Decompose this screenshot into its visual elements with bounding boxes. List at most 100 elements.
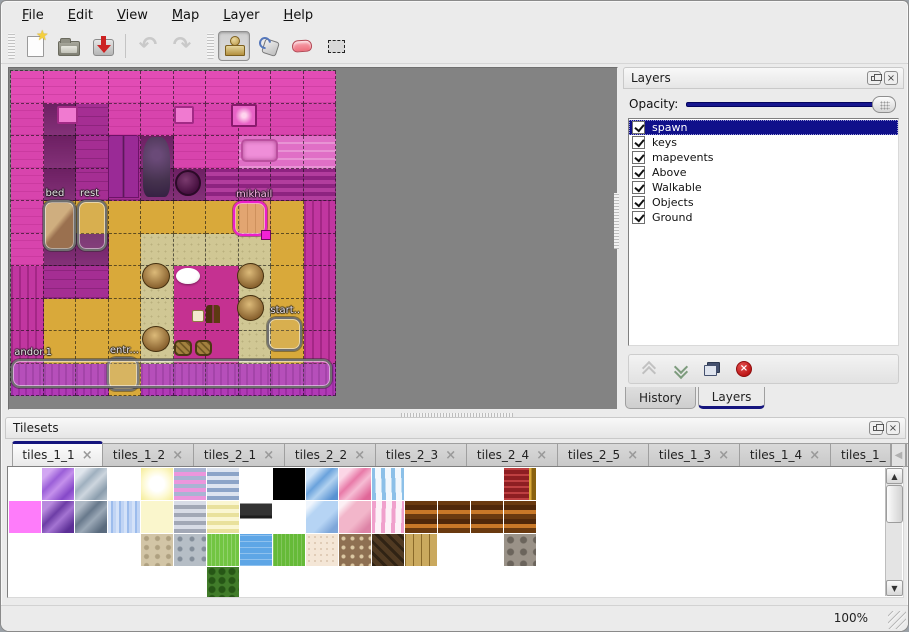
eraser-button[interactable] <box>286 31 318 61</box>
menu-view[interactable]: View <box>106 4 159 27</box>
tileset-tile[interactable] <box>207 468 239 500</box>
tileset-tile[interactable] <box>372 468 404 500</box>
tileset-tile[interactable] <box>405 567 437 598</box>
tileset-tile[interactable] <box>273 468 305 500</box>
menu-map[interactable]: Map <box>161 4 210 27</box>
toolbar-grip[interactable] <box>8 33 15 59</box>
vertical-splitter[interactable] <box>614 193 619 249</box>
tab-close-icon[interactable]: × <box>809 449 820 462</box>
tab-close-icon[interactable]: × <box>82 449 93 462</box>
layers-dock-titlebar[interactable]: Layers × <box>623 67 904 89</box>
open-file-button[interactable] <box>53 31 85 61</box>
map-object-bed[interactable]: bed <box>43 200 77 251</box>
tilesets-close-button[interactable]: × <box>886 421 900 435</box>
new-file-button[interactable] <box>19 31 51 61</box>
undo-button[interactable]: ↶ <box>132 31 164 61</box>
resize-grip[interactable] <box>888 611 906 629</box>
tileset-tile[interactable] <box>339 567 371 598</box>
tileset-tile[interactable] <box>108 534 140 566</box>
tileset-tile[interactable] <box>372 534 404 566</box>
tileset-tile[interactable] <box>174 534 206 566</box>
tileset-tile[interactable] <box>75 534 107 566</box>
redo-button[interactable]: ↷ <box>166 31 198 61</box>
tileset-tab-tiles_2_2[interactable]: tiles_2_2× <box>285 443 376 467</box>
tileset-tile[interactable] <box>273 567 305 598</box>
tileset-tile[interactable] <box>108 567 140 598</box>
tileset-tile[interactable] <box>306 534 338 566</box>
opacity-slider-handle[interactable] <box>872 96 896 113</box>
layer-row-Walkable[interactable]: Walkable <box>629 180 898 195</box>
tileset-tile[interactable] <box>471 534 503 566</box>
tileset-tile[interactable] <box>207 501 239 533</box>
tab-close-icon[interactable]: × <box>536 449 547 462</box>
tileset-tile[interactable] <box>372 501 404 533</box>
tileset-tile[interactable] <box>339 468 371 500</box>
toolbar-grip-2[interactable] <box>207 33 214 59</box>
layer-row-spawn[interactable]: spawn <box>629 120 898 135</box>
tileset-tile[interactable] <box>438 468 470 500</box>
tileset-tab-tiles_2_5[interactable]: tiles_2_5× <box>558 443 649 467</box>
tileset-tab-tiles_1_4[interactable]: tiles_1_4× <box>740 443 831 467</box>
map-object-mikhail[interactable]: mikhail <box>233 201 267 237</box>
map-object-andor[interactable]: andor.1 <box>11 359 332 388</box>
menu-file[interactable]: File <box>11 4 55 27</box>
layer-row-Objects[interactable]: Objects <box>629 195 898 210</box>
tileset-tile[interactable] <box>405 468 437 500</box>
layers-close-button[interactable]: × <box>884 71 898 85</box>
tileset-tile[interactable] <box>141 534 173 566</box>
layer-visibility-checkbox[interactable] <box>632 196 645 209</box>
scroll-up-icon[interactable]: ▲ <box>886 468 903 484</box>
tileset-tile[interactable] <box>405 501 437 533</box>
tileset-tile[interactable] <box>108 501 140 533</box>
opacity-slider[interactable] <box>686 96 896 113</box>
tileset-tab-tiles_1_[interactable]: tiles_1_ <box>831 443 891 467</box>
layer-visibility-checkbox[interactable] <box>632 211 645 224</box>
tileset-tile[interactable] <box>9 534 41 566</box>
scrollbar-thumb[interactable] <box>886 485 903 523</box>
stamp-tool-button[interactable] <box>218 31 250 61</box>
tab-close-icon[interactable]: × <box>627 449 638 462</box>
tileset-tile[interactable] <box>240 468 272 500</box>
tileset-tile[interactable] <box>273 501 305 533</box>
tab-history[interactable]: History <box>625 387 696 409</box>
scroll-down-icon[interactable]: ▼ <box>886 580 903 596</box>
tileset-tile[interactable] <box>339 501 371 533</box>
tilesets-float-button[interactable] <box>869 421 883 435</box>
tileset-tile[interactable] <box>42 567 74 598</box>
tileset-tab-tiles_1_3[interactable]: tiles_1_3× <box>649 443 740 467</box>
tileset-tile[interactable] <box>306 501 338 533</box>
tileset-tile[interactable] <box>9 567 41 598</box>
save-file-button[interactable] <box>87 31 119 61</box>
tileset-tile[interactable] <box>75 468 107 500</box>
layer-row-keys[interactable]: keys <box>629 135 898 150</box>
tileset-tile[interactable] <box>174 501 206 533</box>
tileset-tile[interactable] <box>174 468 206 500</box>
tileset-tab-tiles_1_2[interactable]: tiles_1_2× <box>103 443 194 467</box>
tileset-tile[interactable] <box>42 534 74 566</box>
menu-help[interactable]: Help <box>273 4 325 27</box>
menu-edit[interactable]: Edit <box>57 4 104 27</box>
tileset-tile[interactable] <box>339 534 371 566</box>
tileset-tile[interactable] <box>141 468 173 500</box>
tileset-tile[interactable] <box>438 534 470 566</box>
tileset-scrollbar[interactable]: ▲ ▼ <box>885 468 902 596</box>
tileset-tile[interactable] <box>504 468 536 500</box>
selection-handle[interactable] <box>261 230 271 240</box>
tileset-tile[interactable] <box>42 468 74 500</box>
scroll-tabs-left-icon[interactable]: ◀ <box>891 443 906 467</box>
tileset-tile[interactable] <box>438 501 470 533</box>
tab-close-icon[interactable]: × <box>354 449 365 462</box>
tileset-tab-tiles_2_3[interactable]: tiles_2_3× <box>376 443 467 467</box>
map-canvas[interactable]: bedrestmikhailstart..entr...andor.1 <box>10 70 337 397</box>
tileset-tile[interactable] <box>372 567 404 598</box>
tileset-tile[interactable] <box>273 534 305 566</box>
layers-float-button[interactable] <box>867 71 881 85</box>
map-object-rest[interactable]: rest <box>77 200 108 251</box>
layer-row-mapevents[interactable]: mapevents <box>629 150 898 165</box>
lower-layer-button[interactable] <box>667 357 693 381</box>
tileset-tile[interactable] <box>207 567 239 598</box>
tilesets-dock-titlebar[interactable]: Tilesets × <box>5 417 906 439</box>
layer-row-Above[interactable]: Above <box>629 165 898 180</box>
tileset-tile[interactable] <box>240 567 272 598</box>
tileset-tile[interactable] <box>240 534 272 566</box>
